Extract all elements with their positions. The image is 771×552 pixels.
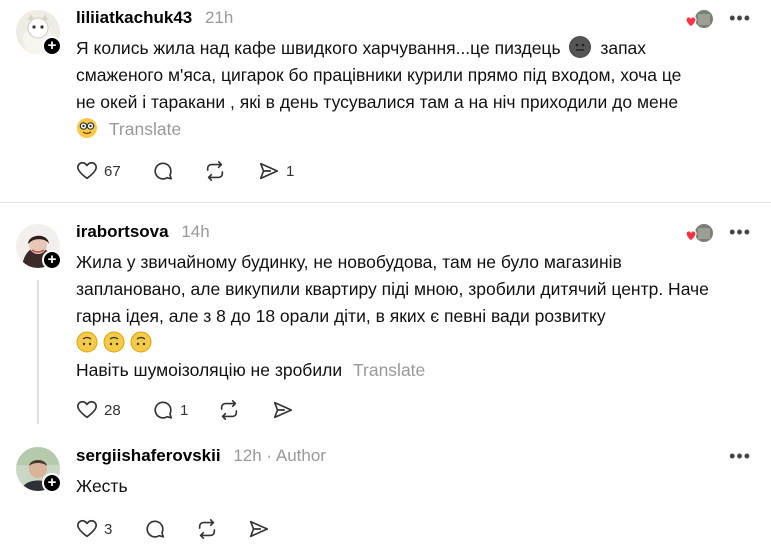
share-button[interactable]: 1 xyxy=(258,159,294,183)
reply-count: 1 xyxy=(180,401,189,419)
comment-icon xyxy=(154,401,173,419)
follow-plus-icon[interactable]: + xyxy=(42,250,62,270)
like-button[interactable]: 67 xyxy=(76,159,121,183)
post-text: Я колись жила над кафе швидкого харчуван… xyxy=(76,35,751,143)
comment-icon xyxy=(154,162,173,180)
post-header: irabortsova 14h xyxy=(76,222,210,242)
divider xyxy=(0,202,771,203)
upside-down-face-emoji-icon xyxy=(130,331,152,353)
more-options-button[interactable]: ••• xyxy=(729,446,751,467)
text-line: не окей і таракани , які в день тусували… xyxy=(76,92,679,112)
text-line: гарна ідея, але з 8 до 18 орали діти, в … xyxy=(76,306,606,326)
neutral-face-emoji-icon xyxy=(569,36,592,58)
more-options-button[interactable]: ••• xyxy=(729,222,751,243)
nerd-face-emoji-icon xyxy=(76,117,98,139)
upside-down-face-emoji-icon xyxy=(76,331,98,353)
liked-by-author-indicator xyxy=(684,222,720,244)
username[interactable]: irabortsova xyxy=(76,222,169,241)
username[interactable]: sergiishaferovskii xyxy=(76,446,221,465)
text-line: Навіть шумоізоляцію не зробили xyxy=(76,360,343,380)
repost-icon xyxy=(220,400,238,420)
repost-button[interactable] xyxy=(204,159,226,183)
more-options-button[interactable]: ••• xyxy=(729,8,751,29)
text-line: запах xyxy=(600,38,647,58)
timestamp[interactable]: 21h xyxy=(205,8,233,27)
username[interactable]: liliiatkachuk43 xyxy=(76,8,192,27)
repost-icon xyxy=(198,519,216,539)
share-button[interactable] xyxy=(272,398,294,422)
author-badge: · Author xyxy=(266,446,326,465)
translate-link[interactable]: Translate xyxy=(109,119,181,139)
share-button[interactable] xyxy=(248,517,270,541)
post-header: sergiishaferovskii 12h · Author xyxy=(76,446,326,466)
reply-button[interactable] xyxy=(144,517,166,541)
heart-icon xyxy=(77,161,97,180)
repost-button[interactable] xyxy=(218,398,240,422)
post-header: liliiatkachuk43 21h xyxy=(76,8,233,28)
heart-icon xyxy=(77,400,97,419)
text-line: заплановано, але викупили квартиру піді … xyxy=(76,279,709,299)
translate-link[interactable]: Translate xyxy=(353,360,425,380)
like-button[interactable]: 3 xyxy=(76,517,112,541)
like-count: 67 xyxy=(104,162,121,180)
follow-plus-icon[interactable]: + xyxy=(42,36,62,56)
post-text: Жесть xyxy=(76,473,751,500)
share-icon xyxy=(259,162,279,180)
share-icon xyxy=(273,401,293,419)
emoji-row xyxy=(76,330,751,357)
repost-icon xyxy=(206,161,224,181)
like-button[interactable]: 28 xyxy=(76,398,121,422)
timestamp[interactable]: 14h xyxy=(181,222,209,241)
heart-icon xyxy=(77,519,97,538)
repost-button[interactable] xyxy=(196,517,218,541)
text-line: Жила у звичайному будинку, не новобудова… xyxy=(76,252,622,272)
share-icon xyxy=(249,520,269,538)
liked-by-author-indicator xyxy=(684,8,720,30)
timestamp[interactable]: 12h xyxy=(233,446,261,465)
comment-icon xyxy=(146,520,165,538)
post-text: Жила у звичайному будинку, не новобудова… xyxy=(76,249,751,384)
text-line: Жесть xyxy=(76,476,128,496)
thread-line xyxy=(37,280,39,424)
share-count: 1 xyxy=(286,162,295,180)
like-count: 28 xyxy=(104,401,121,419)
reply-button[interactable] xyxy=(152,159,174,183)
like-count: 3 xyxy=(104,520,113,538)
follow-plus-icon[interactable]: + xyxy=(42,473,62,493)
text-line: Я колись жила над кафе швидкого харчуван… xyxy=(76,38,561,58)
text-line: смаженого м'яса, цигарок бо працівники к… xyxy=(76,65,682,85)
upside-down-face-emoji-icon xyxy=(103,331,125,353)
reply-button[interactable]: 1 xyxy=(152,398,188,422)
